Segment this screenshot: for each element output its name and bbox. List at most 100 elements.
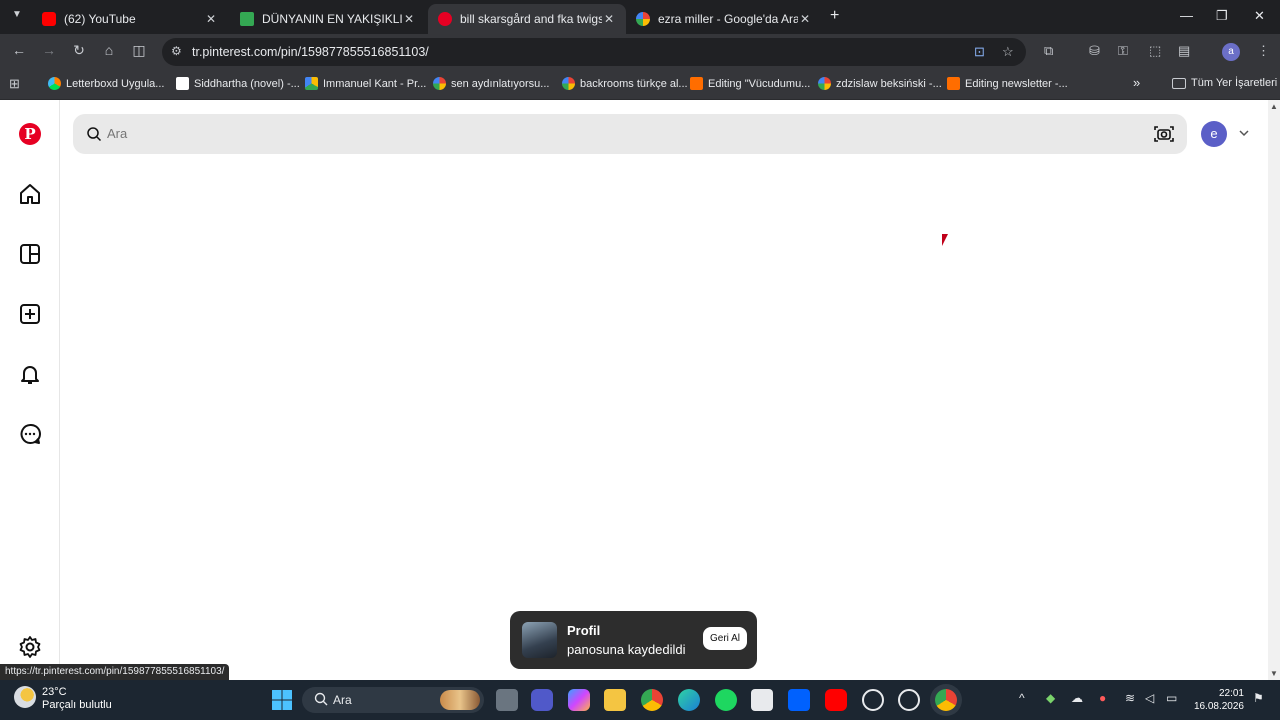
maximize-icon[interactable]: ❐ <box>1216 8 1228 24</box>
password-key-icon[interactable]: ⚿ <box>1118 43 1128 59</box>
microphone-icon[interactable]: ● <box>1099 691 1106 705</box>
bookmark-label: Immanuel Kant - Pr... <box>323 77 427 90</box>
page-scrollbar[interactable]: ▲ ▼ <box>1268 100 1280 680</box>
copilot-icon[interactable] <box>568 689 590 711</box>
all-bookmarks-button[interactable]: Tüm Yer İşaretleri <box>1172 77 1277 89</box>
reading-mode-icon[interactable]: ▤ <box>1178 43 1190 59</box>
explore-icon[interactable] <box>18 242 42 266</box>
undo-button[interactable]: Geri Al <box>703 627 747 650</box>
close-window-icon[interactable]: ✕ <box>1254 8 1265 24</box>
more-bookmarks-icon[interactable]: » <box>1133 75 1140 90</box>
new-tab-icon[interactable]: + <box>830 7 839 25</box>
translate-icon[interactable]: ⬚ <box>1149 43 1161 59</box>
chevron-down-icon[interactable] <box>1238 127 1250 139</box>
incognito-icon[interactable]: ⛁ <box>1089 43 1100 59</box>
chatgpt-alt-icon[interactable] <box>898 689 920 711</box>
scroll-up-icon[interactable]: ▲ <box>1270 102 1278 111</box>
tab-pinterest[interactable]: bill skarsgård and fka twigs ✕ <box>428 4 626 34</box>
taskbar-search[interactable]: Ara <box>302 687 484 713</box>
task-view-icon[interactable] <box>496 689 518 711</box>
weather-widget[interactable]: 23°C Parçalı bulutlu <box>14 686 112 712</box>
menu-icon[interactable]: ⋮ <box>1257 43 1270 59</box>
create-icon[interactable] <box>18 302 42 326</box>
close-icon[interactable]: ✕ <box>402 12 416 26</box>
bookmark-letterboxd[interactable]: Letterboxd Uygula... <box>48 77 164 90</box>
bookmark-google-3[interactable]: zdzislaw beksiński -... <box>818 77 942 90</box>
chrome-active-icon[interactable] <box>935 689 957 711</box>
file-explorer-icon[interactable] <box>604 689 626 711</box>
letterboxd-icon <box>48 77 61 90</box>
home-icon[interactable] <box>18 182 42 206</box>
bookmark-star-icon[interactable]: ☆ <box>1002 44 1014 60</box>
bookmark-blogger-1[interactable]: Editing "Vücudumu... <box>690 77 810 90</box>
bookmark-google-2[interactable]: backrooms türkçe al... <box>562 77 688 90</box>
google-icon <box>818 77 831 90</box>
messages-icon[interactable] <box>18 422 42 446</box>
tab-drive[interactable]: DÜNYANIN EN YAKIŞIKLI ERKEĞ ✕ <box>230 4 426 34</box>
back-icon[interactable]: ← <box>9 42 29 58</box>
notifications-icon[interactable]: ⚑ <box>1253 691 1264 705</box>
search-bar[interactable]: Ara <box>73 114 1187 154</box>
wifi-icon[interactable]: ≋ <box>1125 691 1135 705</box>
bookmark-label: sen aydınlatıyorsu... <box>451 77 550 90</box>
home-icon[interactable]: ⌂ <box>99 42 119 58</box>
youtube-icon <box>42 12 56 26</box>
bookmark-kant[interactable]: Immanuel Kant - Pr... <box>305 77 426 90</box>
bookmark-label: Editing "Vücudumu... <box>708 77 811 90</box>
install-app-icon[interactable]: ⊡ <box>974 44 985 60</box>
scroll-down-icon[interactable]: ▼ <box>1270 669 1278 678</box>
toast-board-name[interactable]: Profil <box>567 623 600 638</box>
browser-profile-avatar[interactable]: a <box>1222 43 1240 61</box>
onedrive-icon[interactable]: ☁ <box>1071 691 1083 705</box>
tab-title: ezra miller - Google'da Ara <box>658 12 798 26</box>
search-icon <box>314 692 328 706</box>
microsoft-store-icon[interactable] <box>751 689 773 711</box>
chatgpt-icon[interactable] <box>862 689 884 711</box>
nvidia-icon[interactable]: ◆ <box>1046 691 1055 705</box>
search-input[interactable]: Ara <box>107 126 127 141</box>
chrome-icon[interactable] <box>641 689 663 711</box>
extensions-icon[interactable]: ⧉ <box>1044 43 1053 59</box>
taskbar-search-label: Ara <box>333 693 352 707</box>
site-info-icon[interactable]: ⚙ <box>171 44 182 58</box>
weather-condition: Parçalı bulutlu <box>42 699 112 711</box>
windows-start-icon[interactable] <box>271 689 293 711</box>
wikipedia-icon <box>176 77 189 90</box>
forward-icon[interactable]: → <box>39 42 59 58</box>
reload-icon[interactable]: ↻ <box>69 42 89 59</box>
volume-icon[interactable]: ◁ <box>1145 691 1154 705</box>
tab-google[interactable]: ezra miller - Google'da Ara ✕ <box>626 4 822 34</box>
mouse-cursor-icon <box>942 234 954 246</box>
bookmark-label: Editing newsletter -... <box>965 77 1068 90</box>
teams-icon[interactable] <box>531 689 553 711</box>
system-clock[interactable]: 22:01 16.08.2026 <box>1192 687 1244 713</box>
apps-grid-icon[interactable]: ⊞ <box>9 76 20 92</box>
split-view-icon[interactable]: ◫ <box>129 42 149 59</box>
bookmarks-bar: ⊞ Letterboxd Uygula... Siddhartha (novel… <box>0 70 1280 100</box>
user-avatar[interactable]: e <box>1201 121 1227 147</box>
close-icon[interactable]: ✕ <box>602 12 616 26</box>
pinterest-logo-icon[interactable]: P <box>19 123 41 145</box>
battery-icon[interactable]: ▭ <box>1166 691 1177 705</box>
toast-message: panosuna kaydedildi <box>567 642 686 657</box>
address-bar[interactable]: ⚙ tr.pinterest.com/pin/15987785551685110… <box>162 38 1026 66</box>
tab-youtube[interactable]: (62) YouTube ✕ <box>32 4 228 34</box>
bookmark-google-1[interactable]: sen aydınlatıyorsu... <box>433 77 549 90</box>
tab-title: (62) YouTube <box>64 12 136 26</box>
notifications-bell-icon[interactable] <box>18 362 42 386</box>
tab-search-chevron-icon[interactable]: ▼ <box>8 9 26 25</box>
visual-search-camera-icon[interactable] <box>1153 124 1175 144</box>
edge-icon[interactable] <box>678 689 700 711</box>
settings-gear-icon[interactable] <box>18 635 42 659</box>
close-icon[interactable]: ✕ <box>204 12 218 26</box>
youtube-app-icon[interactable] <box>825 689 847 711</box>
dropbox-icon[interactable] <box>788 689 810 711</box>
clock-time: 22:01 <box>1218 688 1244 699</box>
bookmark-blogger-2[interactable]: Editing newsletter -... <box>947 77 1068 90</box>
close-icon[interactable]: ✕ <box>798 12 812 26</box>
bookmark-siddhartha[interactable]: Siddhartha (novel) -... <box>176 77 300 90</box>
spotify-icon[interactable] <box>715 689 737 711</box>
tray-overflow-icon[interactable]: ^ <box>1019 691 1025 705</box>
minimize-icon[interactable]: — <box>1180 8 1193 23</box>
status-bar-url: https://tr.pinterest.com/pin/15987785551… <box>0 664 230 680</box>
